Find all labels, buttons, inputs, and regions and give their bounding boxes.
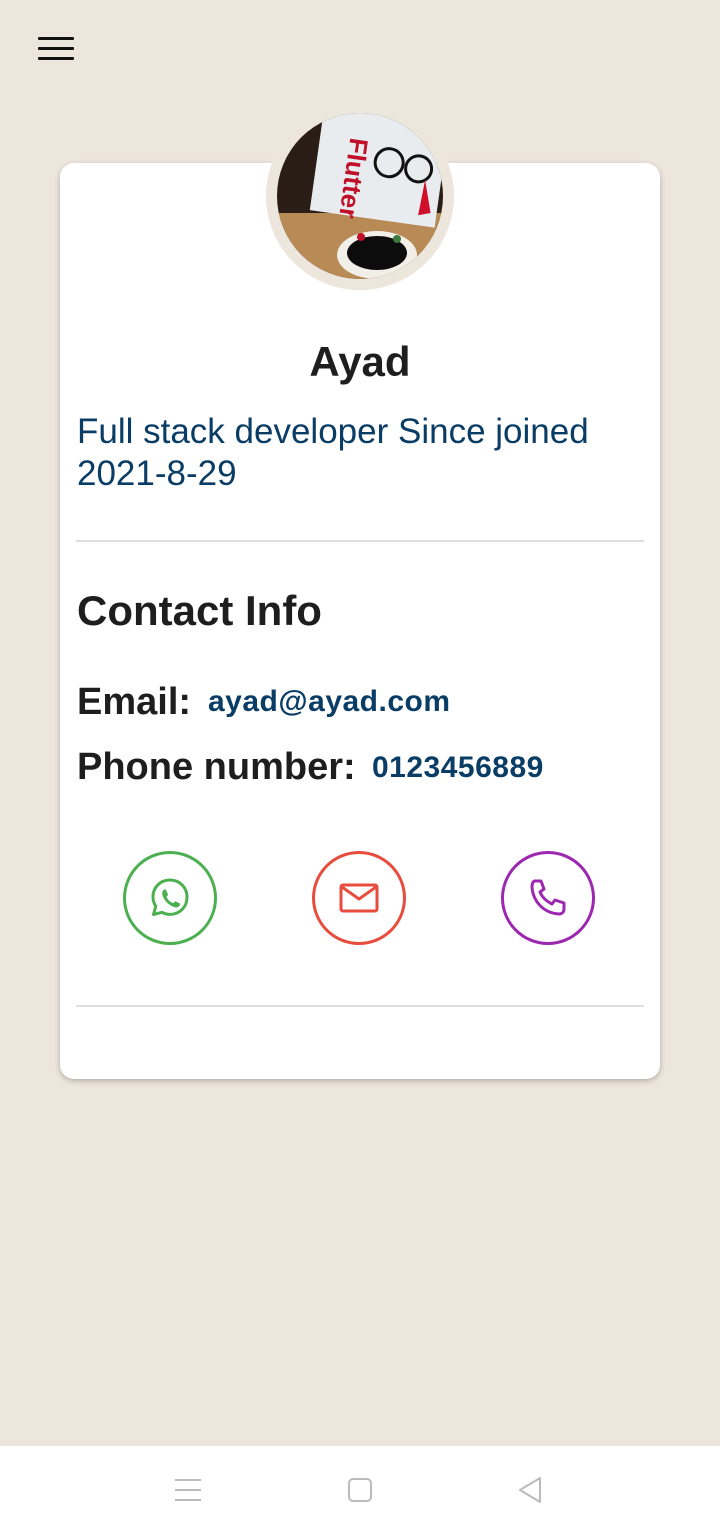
phone-label: Phone number: xyxy=(77,746,356,788)
profile-name: Ayad xyxy=(309,338,411,385)
email-button[interactable] xyxy=(312,851,406,945)
back-button[interactable] xyxy=(508,1470,552,1510)
avatar-image: Flutter xyxy=(277,113,443,279)
divider xyxy=(76,540,644,542)
home-icon xyxy=(348,1478,372,1502)
phone-button[interactable] xyxy=(501,851,595,945)
whatsapp-icon xyxy=(151,878,189,916)
system-navigation-bar xyxy=(0,1446,720,1535)
phone-value: 0123456889 xyxy=(372,751,544,784)
email-value: ayad@ayad.com xyxy=(208,685,451,718)
hamburger-menu-button[interactable] xyxy=(30,28,82,68)
divider xyxy=(76,1005,644,1007)
avatar-photo: Flutter xyxy=(277,113,443,279)
whatsapp-button[interactable] xyxy=(123,851,217,945)
menu-line xyxy=(38,56,74,60)
mail-icon xyxy=(339,883,379,913)
contact-info-title: Contact Info xyxy=(77,587,322,634)
recents-icon xyxy=(175,1479,201,1501)
phone-icon xyxy=(530,879,566,916)
avatar[interactable]: Flutter xyxy=(266,102,454,290)
recents-button[interactable] xyxy=(166,1470,210,1510)
menu-line xyxy=(38,36,74,40)
menu-line xyxy=(38,46,74,50)
back-icon xyxy=(519,1477,541,1503)
home-button[interactable] xyxy=(338,1470,382,1510)
profile-bio: Full stack developer Since joined 2021-8… xyxy=(77,412,589,493)
email-label: Email: xyxy=(77,681,192,723)
